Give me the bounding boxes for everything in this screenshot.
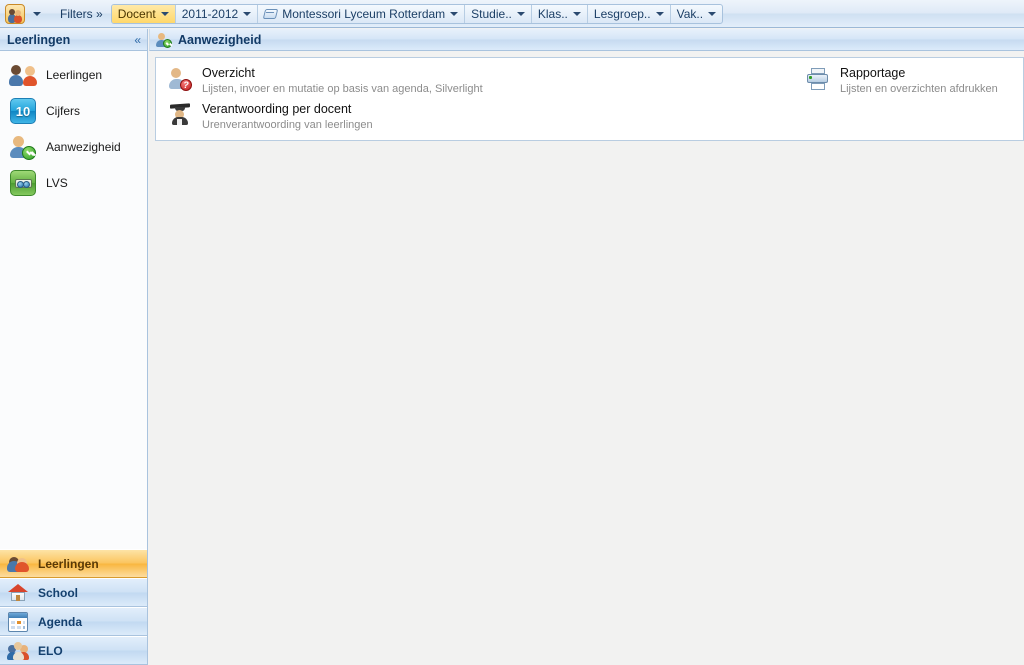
content-panel: ? Overzicht Lijsten, invoer en mutatie o… <box>155 57 1024 141</box>
filter-vak[interactable]: Vak.. <box>671 5 722 23</box>
sidebar-header: Leerlingen « <box>0 29 147 51</box>
sidebar-item-label: LVS <box>46 176 68 190</box>
home-icon <box>8 583 28 603</box>
filter-school-label: Montessori Lyceum Rotterdam <box>282 6 446 21</box>
person-check-icon <box>156 32 172 48</box>
entry-title: Verantwoording per docent <box>202 102 352 117</box>
entry-description: Lijsten, invoer en mutatie op basis van … <box>202 82 483 95</box>
sidebar: Leerlingen « Leerlingen 10 Cijfers Aanwe… <box>0 29 148 665</box>
chevron-down-icon[interactable] <box>243 11 252 16</box>
printer-icon <box>806 67 830 91</box>
sidebar-title: Leerlingen <box>7 32 71 47</box>
person-question-icon: ? <box>168 67 192 91</box>
entry-rapportage[interactable]: Rapportage Lijsten en overzichten afdruk… <box>806 66 1023 96</box>
entry-description: Lijsten en overzichten afdrukken <box>840 82 998 95</box>
grade-10-icon: 10 <box>10 98 36 124</box>
entry-description: Urenverantwoording van leerlingen <box>202 119 373 131</box>
binoculars-icon <box>10 170 36 196</box>
nav-item-label: School <box>38 585 79 600</box>
chevron-down-icon[interactable] <box>655 11 664 16</box>
sidebar-item-cijfers[interactable]: 10 Cijfers <box>0 93 147 129</box>
people-icon <box>9 62 37 88</box>
entry-overzicht[interactable]: ? Overzicht Lijsten, invoer en mutatie o… <box>168 66 796 96</box>
filter-schooljaar[interactable]: 2011-2012 <box>176 4 259 23</box>
filter-docent[interactable]: Docent <box>111 4 176 23</box>
filter-klas-label: Klas.. <box>537 6 568 21</box>
sidebar-item-leerlingen[interactable]: Leerlingen <box>0 57 147 93</box>
filter-lesgroep-label: Lesgroep.. <box>593 6 651 21</box>
filters-label: Filters » <box>60 6 103 21</box>
filter-studie-label: Studie.. <box>471 6 512 21</box>
entry-title: Rapportage <box>840 66 906 80</box>
filter-klas[interactable]: Klas.. <box>532 4 588 23</box>
filter-schooljaar-label: 2011-2012 <box>181 6 239 21</box>
sidebar-bottom-nav: Leerlingen School Agenda ELO <box>0 549 147 665</box>
nav-item-leerlingen[interactable]: Leerlingen <box>0 549 147 578</box>
school-icon <box>264 9 277 19</box>
sidebar-item-label: Aanwezigheid <box>46 140 121 154</box>
group-icon <box>7 641 29 661</box>
nav-item-school[interactable]: School <box>0 578 147 607</box>
chevron-down-icon[interactable] <box>160 11 169 16</box>
nav-item-label: Agenda <box>38 614 83 629</box>
sidebar-items: Leerlingen 10 Cijfers Aanwezigheid LVS <box>0 51 147 201</box>
question-badge: ? <box>180 79 192 91</box>
sidebar-item-lvs[interactable]: LVS <box>0 165 147 201</box>
nav-item-elo[interactable]: ELO <box>0 636 147 665</box>
sidebar-item-aanwezigheid[interactable]: Aanwezigheid <box>0 129 147 165</box>
sidebar-item-label: Leerlingen <box>46 68 103 82</box>
nav-item-agenda[interactable]: Agenda <box>0 607 147 636</box>
main-header: Aanwezigheid <box>149 29 1024 51</box>
top-filter-bar: Filters » Docent 2011-2012 Montessori Ly… <box>0 0 1024 28</box>
panel-column-left: ? Overzicht Lijsten, invoer en mutatie o… <box>156 58 796 140</box>
person-check-icon <box>10 134 36 160</box>
filter-lesgroep[interactable]: Lesgroep.. <box>588 4 671 23</box>
filter-school[interactable]: Montessori Lyceum Rotterdam <box>258 4 466 23</box>
filter-docent-label: Docent <box>117 6 156 21</box>
filter-group: Docent 2011-2012 Montessori Lyceum Rotte… <box>110 3 724 24</box>
chevron-down-icon[interactable] <box>708 11 717 16</box>
chevron-down-icon[interactable] <box>450 11 459 16</box>
app-menu-chevron-down-icon[interactable] <box>28 8 46 20</box>
nav-item-label: Leerlingen <box>38 556 99 571</box>
filter-studie[interactable]: Studie.. <box>465 4 532 23</box>
graduate-icon <box>168 103 192 127</box>
people-icon <box>7 554 29 574</box>
page-title: Aanwezigheid <box>178 32 262 47</box>
calendar-icon <box>8 611 28 632</box>
chevron-down-icon[interactable] <box>572 11 581 16</box>
app-people-icon[interactable] <box>5 3 25 24</box>
app-menu[interactable] <box>0 3 50 24</box>
main-content: Aanwezigheid ? Overzicht Lijsten, invoer… <box>149 29 1024 665</box>
chevron-down-icon[interactable] <box>516 11 525 16</box>
filter-vak-label: Vak.. <box>676 6 704 21</box>
nav-item-label: ELO <box>38 643 63 658</box>
sidebar-collapse-icon[interactable]: « <box>134 34 141 46</box>
sidebar-item-label: Cijfers <box>46 104 81 118</box>
panel-column-right: Rapportage Lijsten en overzichten afdruk… <box>796 58 1023 140</box>
entry-title: Overzicht <box>202 66 255 80</box>
entry-verantwoording-per-docent[interactable]: Verantwoording per docent Urenverantwoor… <box>168 102 796 132</box>
